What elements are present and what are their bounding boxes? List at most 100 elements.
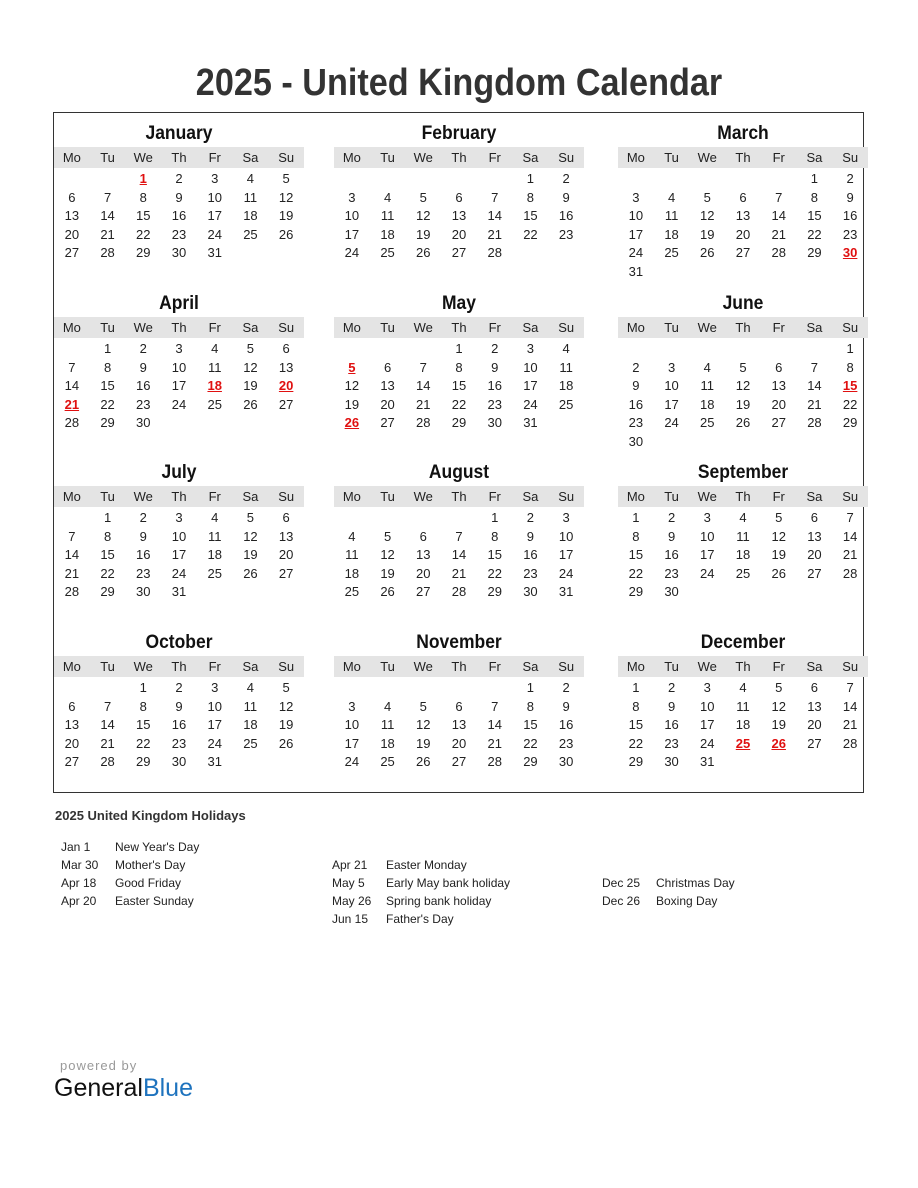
weekday-label: Fr <box>772 320 785 335</box>
day-cell: 5 <box>739 359 747 375</box>
day-cell: 20 <box>64 226 80 242</box>
weekday-label: Sa <box>242 320 259 335</box>
day-cell: 26 <box>278 735 294 751</box>
empty-cell <box>725 170 761 189</box>
day-cell: 17 <box>207 208 222 224</box>
day-cell: 6 <box>419 528 427 544</box>
day-cell: 22 <box>100 396 115 412</box>
weekday-label: Fr <box>208 320 221 335</box>
day-cell: 27 <box>416 584 431 600</box>
day-cell: 23 <box>171 735 187 751</box>
day-cell: 18 <box>243 208 258 224</box>
empty-cell <box>761 340 797 359</box>
weekday-label: Th <box>735 150 751 165</box>
weekday-header: Mo Tu We Th Fr Sa Su <box>334 486 584 507</box>
holiday-column: Apr 21 Easter Monday May 5 Early May bank h… <box>332 856 510 928</box>
day-cell: 28 <box>451 584 467 600</box>
weekday-label: We <box>413 150 433 165</box>
weekday-label: Mo <box>342 489 361 504</box>
day-cell: 23 <box>136 565 151 581</box>
day-cell: 3 <box>703 680 711 695</box>
weekday-label: Tu <box>664 150 679 165</box>
day-grid: 1 2 3 4 5 6 7 8 9 10 11 12 13 14 15 16 17 18 19 20 21 22 23 24 2… <box>618 340 868 452</box>
day-cell: 8 <box>632 528 640 544</box>
day-cell: 24 <box>344 245 360 261</box>
weekday-header: Mo Tu We Th Fr Sa Su <box>54 486 304 507</box>
weekday-label: Fr <box>772 150 785 165</box>
day-cell: 22 <box>628 565 644 581</box>
weekday-label: Su <box>558 320 575 335</box>
day-cell: 13 <box>451 717 467 733</box>
day-cell: 27 <box>380 415 395 431</box>
day-cell: 16 <box>558 208 574 224</box>
day-cell: 19 <box>243 378 258 394</box>
weekday-header: Mo Tu We Th Fr Sa Su <box>618 486 868 507</box>
generalblue-logo[interactable]: GeneralBlue <box>54 1074 193 1103</box>
empty-cell <box>441 679 477 698</box>
month-name: January <box>145 123 213 144</box>
weekday-label: Mo <box>62 150 81 165</box>
day-cell: 25 <box>380 754 395 770</box>
day-cell: 14 <box>451 547 467 563</box>
day-cell: 17 <box>171 547 187 563</box>
day-grid: 1 2 3 4 5 6 7 8 9 10 11 12 13 14 15 16 17 18 19 20 21 22 23 24 2… <box>54 679 304 772</box>
day-cell: 14 <box>487 208 502 224</box>
empty-cell <box>477 170 513 189</box>
day-cell: 12 <box>735 378 751 394</box>
day-cell: 11 <box>736 698 750 714</box>
day-cell: 30 <box>487 415 502 431</box>
day-cell: 13 <box>807 528 822 544</box>
day-cell: 16 <box>171 208 187 224</box>
day-cell: 13 <box>735 208 751 224</box>
day-cell: 13 <box>771 378 786 394</box>
day-cell: 15 <box>100 378 115 394</box>
weekday-label: Tu <box>380 320 395 335</box>
day-cell: 29 <box>487 584 502 600</box>
empty-cell <box>405 509 441 528</box>
holiday-item: Jan 1 New Year's Day <box>61 838 199 856</box>
day-cell: 7 <box>846 510 854 525</box>
day-cell: 12 <box>771 698 786 714</box>
empty-cell <box>689 170 725 189</box>
day-cell: 12 <box>243 359 258 375</box>
day-cell: 8 <box>526 189 535 205</box>
day-cell: 10 <box>628 208 644 224</box>
holiday-day-cell: 18 <box>207 378 222 394</box>
empty-cell <box>441 509 477 528</box>
day-cell: 7 <box>103 698 112 714</box>
day-cell: 3 <box>667 359 676 375</box>
weekday-label: Mo <box>62 659 81 674</box>
day-cell: 5 <box>246 341 255 356</box>
day-cell: 7 <box>419 359 427 375</box>
holiday-day-cell: 25 <box>735 735 751 751</box>
weekday-label: Tu <box>380 489 395 504</box>
day-cell: 3 <box>175 341 183 356</box>
weekday-label: We <box>133 659 153 674</box>
empty-cell <box>654 170 690 189</box>
weekday-label: Th <box>171 659 187 674</box>
day-cell: 18 <box>558 378 574 394</box>
day-cell: 10 <box>523 359 538 375</box>
day-grid: 1 2 3 4 5 6 7 8 9 10 11 12 13 14 15 16 17 18 19 20 21 22 23 24 2… <box>618 679 868 772</box>
day-cell: 11 <box>380 717 395 733</box>
empty-cell <box>54 170 90 189</box>
day-cell: 23 <box>487 396 502 412</box>
day-cell: 23 <box>664 565 679 581</box>
weekday-label: Su <box>558 659 575 674</box>
day-cell: 13 <box>380 378 395 394</box>
day-cell: 16 <box>842 208 858 224</box>
day-cell: 1 <box>632 680 640 695</box>
weekday-label: Fr <box>488 150 501 165</box>
day-cell: 4 <box>703 359 711 375</box>
day-cell: 6 <box>282 341 290 356</box>
day-cell: 5 <box>419 189 427 205</box>
day-cell: 16 <box>487 378 502 394</box>
weekday-label: Th <box>451 659 467 674</box>
holiday-date: Apr 20 <box>61 894 97 908</box>
weekday-label: We <box>133 320 153 335</box>
day-cell: 17 <box>664 396 679 412</box>
empty-cell <box>54 509 90 528</box>
day-cell: 12 <box>243 528 258 544</box>
empty-cell <box>334 340 370 359</box>
day-cell: 23 <box>523 565 538 581</box>
